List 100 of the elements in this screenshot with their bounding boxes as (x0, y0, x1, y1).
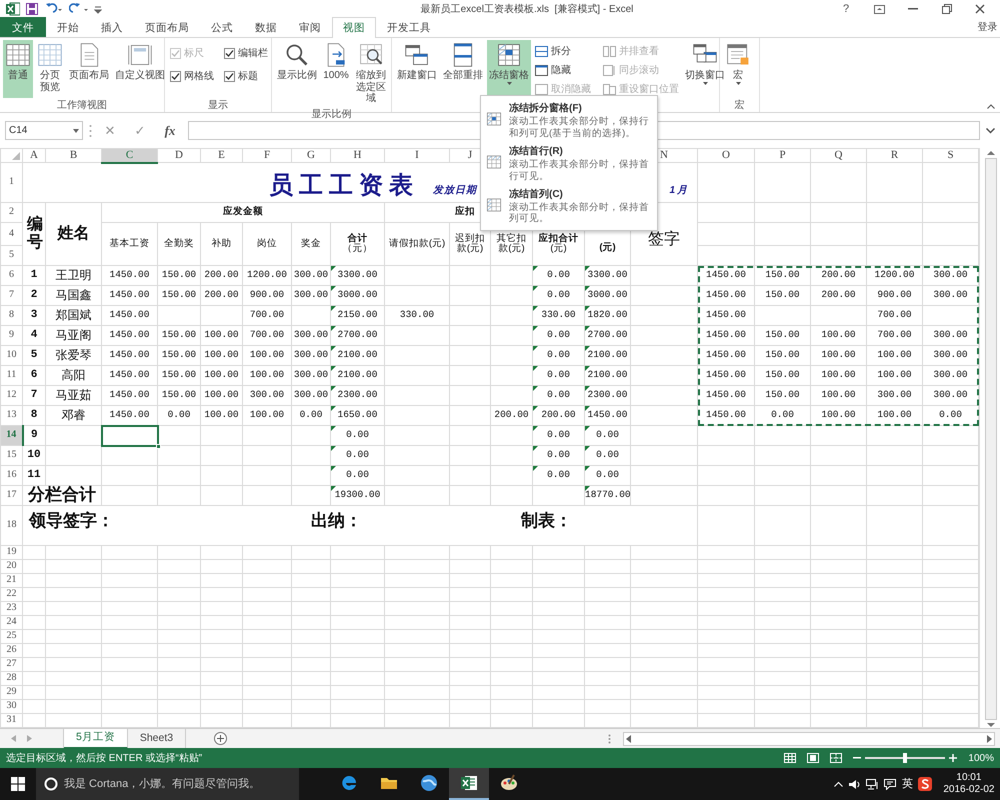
table-cell: 330.00 (384, 306, 450, 326)
table-cell: 1450.00 (102, 386, 158, 406)
table-cell: 100.00 (200, 386, 242, 406)
table-cell: 18770.00 (584, 486, 630, 506)
table-cell: 10 (22, 446, 46, 466)
table-cell: 1200.00 (242, 266, 292, 286)
table-cell: 0.00 (532, 386, 584, 406)
table-cell: 3000.00 (584, 286, 630, 306)
column-heading: 应发金额 (102, 202, 384, 222)
table-cell: 1450.00 (102, 346, 158, 366)
table-cell: 330.00 (532, 306, 584, 326)
table-cell: 7 (22, 386, 46, 406)
table-cell: 1450.00 (698, 346, 754, 366)
table-cell: 150.00 (158, 366, 200, 386)
table-cell: 4 (22, 326, 46, 346)
table-cell: 0.00 (532, 446, 584, 466)
table-cell: 2700.00 (330, 326, 384, 346)
table-cell: 100.00 (810, 346, 866, 366)
column-heading: 奖金 (292, 222, 330, 266)
table-cell: 150.00 (158, 266, 200, 286)
table-cell: 2100.00 (330, 366, 384, 386)
table-cell: 300.00 (292, 326, 330, 346)
checkbox-label: 网格线 (184, 70, 214, 84)
table-cell: 200.00 (532, 406, 584, 426)
table-cell: 150.00 (158, 326, 200, 346)
table-cell: 200.00 (810, 286, 866, 306)
table-cell: 8 (22, 406, 46, 426)
table-cell: 100.00 (866, 346, 922, 366)
table-cell: 19300.00 (330, 486, 384, 506)
menu-item-title: 冻结首行(R) (509, 144, 564, 159)
table-cell: 700.00 (242, 326, 292, 346)
table-cell: 150.00 (754, 286, 810, 306)
group-label: 显示比例 (310, 108, 352, 120)
table-cell: 1450.00 (584, 406, 630, 426)
date-label: 发放日期 (433, 184, 477, 196)
table-cell: 2100.00 (584, 346, 630, 366)
column-heading: 岗位 (242, 222, 292, 266)
checkbox-label: 编辑栏 (238, 46, 268, 61)
signature-label: 出纳： (311, 512, 363, 531)
column-heading: 全勤奖 (158, 222, 200, 266)
checkbox-label: 标题 (238, 70, 258, 84)
table-cell: 马亚茹 (46, 386, 102, 406)
menu-item-title: 冻结首列(C) (509, 188, 564, 202)
table-cell: 1450.00 (698, 366, 754, 386)
table-cell: 0.00 (532, 326, 584, 346)
table-cell: 0.00 (330, 426, 384, 446)
table-cell: 0.00 (532, 426, 584, 446)
table-cell: 1450.00 (102, 366, 158, 386)
table-cell: 马国鑫 (46, 286, 102, 306)
table-cell: 100.00 (200, 406, 242, 426)
table-cell: 邓睿 (46, 406, 102, 426)
table-cell: 200.00 (490, 406, 532, 426)
table-cell: 0.00 (532, 266, 584, 286)
table-cell: 2300.00 (584, 386, 630, 406)
table-cell: 300.00 (292, 266, 330, 286)
table-cell: 0.00 (532, 366, 584, 386)
table-cell: 100.00 (242, 366, 292, 386)
table-cell: 1450.00 (102, 306, 158, 326)
table-cell: 100.00 (810, 406, 866, 426)
signature-label: 制表： (521, 512, 572, 531)
table-cell: 200.00 (200, 266, 242, 286)
table-cell: 900.00 (866, 286, 922, 306)
table-cell: 2 (22, 286, 46, 306)
table-cell: 2100.00 (330, 346, 384, 366)
table-cell: 150.00 (754, 266, 810, 286)
table-cell: 1450.00 (102, 266, 158, 286)
table-cell: 0.00 (584, 446, 630, 466)
date-value: 1月 (669, 184, 689, 196)
table-cell: 300.00 (292, 366, 330, 386)
table-cell: 3000.00 (330, 286, 384, 306)
table-cell: 1200.00 (866, 266, 922, 286)
table-cell: 700.00 (866, 326, 922, 346)
table-cell: 150.00 (158, 386, 200, 406)
table-cell: 2150.00 (330, 306, 384, 326)
table-cell: 1820.00 (584, 306, 630, 326)
table-cell: 0.00 (584, 466, 630, 486)
table-cell: 2100.00 (584, 366, 630, 386)
table-cell: 100.00 (242, 406, 292, 426)
table-cell: 高阳 (46, 366, 102, 386)
table-cell: 700.00 (242, 306, 292, 326)
table-cell: 300.00 (242, 386, 292, 406)
table-cell: 1450.00 (102, 286, 158, 306)
table-cell: 150.00 (754, 366, 810, 386)
table-cell: 11 (22, 466, 46, 486)
table-cell: 6 (22, 366, 46, 386)
table-cell: 0.00 (754, 406, 810, 426)
table-cell: 100.00 (200, 366, 242, 386)
table-cell: 1450.00 (698, 286, 754, 306)
table-cell: 3300.00 (330, 266, 384, 286)
table-cell: 300.00 (292, 386, 330, 406)
table-cell: 300.00 (292, 286, 330, 306)
column-heading: 基本工资 (102, 222, 158, 266)
table-cell: 王卫明 (46, 266, 102, 286)
table-cell: 0.00 (158, 406, 200, 426)
table-cell: 0.00 (532, 346, 584, 366)
table-cell: 3300.00 (584, 266, 630, 286)
window-title: 最新员工excel工资表模板.xls [兼容模式] - Excel (420, 2, 634, 16)
table-cell: 马亚阁 (46, 326, 102, 346)
menu-item-title: 冻结拆分窗格(F) (509, 102, 583, 116)
table-cell: 1650.00 (330, 406, 384, 426)
